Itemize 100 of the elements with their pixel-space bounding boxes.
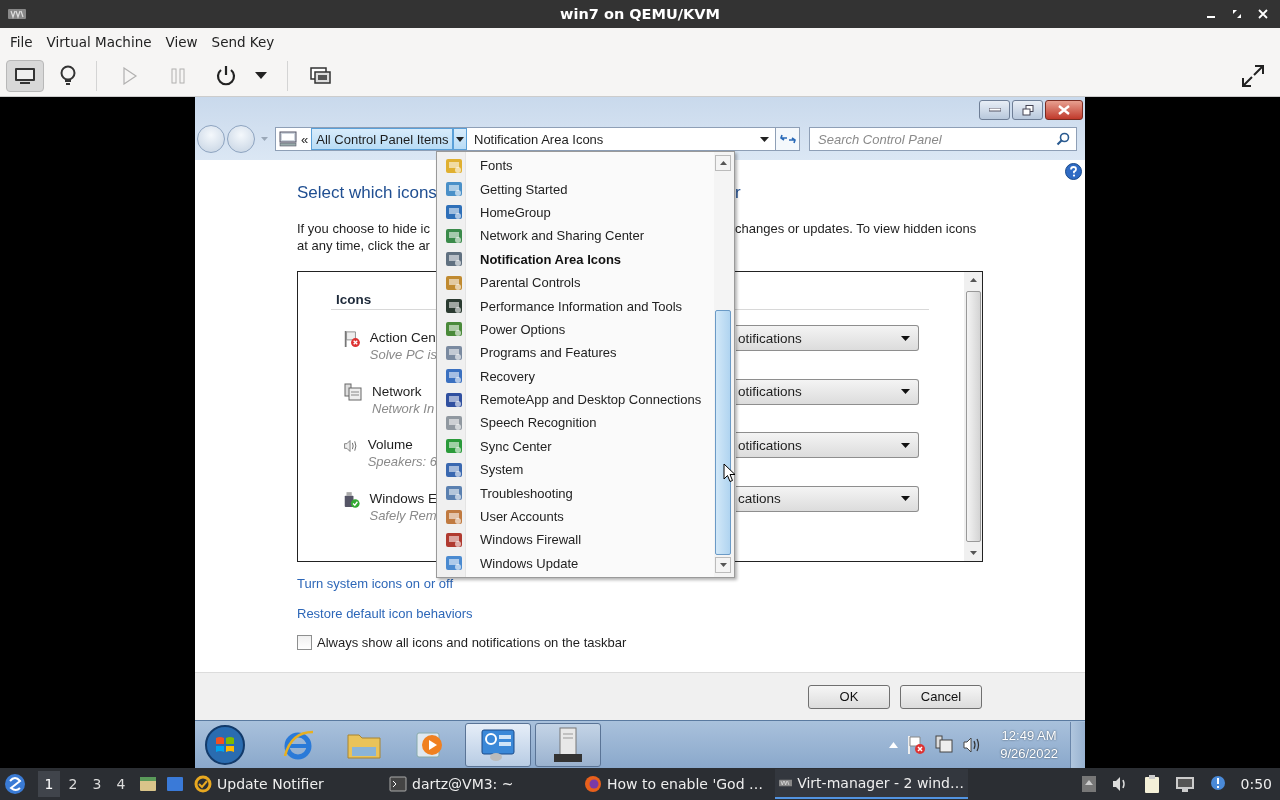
icon-description: Speakers: 6 bbox=[367, 453, 437, 470]
update-icon bbox=[194, 775, 212, 793]
menu-item[interactable]: Virtual Machine bbox=[39, 34, 159, 50]
applet-icon bbox=[445, 250, 463, 269]
workspace-button[interactable]: 4 bbox=[110, 771, 132, 797]
start-menu-icon[interactable] bbox=[4, 773, 26, 795]
applet-icon bbox=[445, 390, 463, 409]
menu-item[interactable]: Performance Information and Tools bbox=[445, 294, 714, 318]
menu-item[interactable]: RemoteApp and Desktop Connections bbox=[445, 387, 714, 412]
menu-item[interactable]: Windows Firewall bbox=[445, 528, 714, 552]
icon-description: Solve PC is bbox=[369, 346, 437, 363]
menu-item[interactable]: File bbox=[3, 34, 40, 50]
applet-icon bbox=[445, 203, 463, 222]
help-icon[interactable] bbox=[1065, 163, 1082, 180]
workspace-button[interactable]: 2 bbox=[62, 771, 84, 797]
close-button[interactable] bbox=[1045, 100, 1083, 120]
scroll-up-icon[interactable] bbox=[969, 278, 977, 282]
notification-icon[interactable] bbox=[1208, 775, 1227, 793]
clock[interactable]: 0:50 bbox=[1240, 776, 1272, 792]
menu-item[interactable]: Troubleshooting bbox=[445, 481, 714, 505]
scroll-down-icon[interactable] bbox=[719, 563, 727, 567]
applet-icon bbox=[445, 530, 463, 549]
column-header: Icons bbox=[336, 292, 372, 307]
workspace-button[interactable]: 3 bbox=[86, 771, 108, 797]
behavior-dropdown[interactable]: cations bbox=[736, 485, 919, 512]
start-orb-icon bbox=[204, 723, 246, 766]
file-manager-icon[interactable] bbox=[138, 774, 158, 794]
taskbar-button[interactable]: Update Notifier bbox=[190, 769, 383, 799]
maximize-icon[interactable] bbox=[1232, 9, 1242, 19]
desktop-icon[interactable] bbox=[165, 774, 185, 794]
toolbar-button[interactable] bbox=[6, 60, 44, 92]
behavior-dropdown[interactable]: otifications bbox=[736, 432, 919, 458]
minimize-button[interactable] bbox=[979, 100, 1010, 120]
search-field[interactable]: Search Control Panel bbox=[809, 127, 1077, 151]
behavior-dropdown[interactable]: otifications bbox=[736, 325, 919, 351]
menu-item[interactable]: Sync Center bbox=[445, 434, 714, 459]
icon-name: Windows E bbox=[369, 489, 437, 507]
menu-item[interactable]: Getting Started bbox=[445, 177, 714, 201]
behavior-dropdown[interactable]: otifications bbox=[736, 378, 919, 405]
menu-item[interactable]: HomeGroup bbox=[445, 200, 714, 225]
search-icon bbox=[1056, 132, 1070, 146]
dialog-button[interactable]: OK bbox=[808, 684, 890, 709]
menu-item[interactable]: Programs and Features bbox=[445, 341, 714, 365]
power-icon bbox=[215, 65, 237, 87]
icon-description: Safely Rem bbox=[369, 506, 437, 524]
menu-item[interactable]: Notification Area Icons bbox=[445, 247, 714, 271]
taskbar-button[interactable]: Virt-manager - 2 wind… bbox=[775, 769, 968, 799]
taskbar-button[interactable]: How to enable 'God … bbox=[580, 769, 773, 799]
applet-icon bbox=[445, 367, 463, 386]
scrollbar[interactable] bbox=[964, 272, 982, 561]
applet-icon bbox=[445, 297, 463, 316]
menu-item[interactable]: Windows Update bbox=[445, 551, 714, 576]
page-heading: r bbox=[735, 183, 741, 203]
usb-drive-icon bbox=[343, 489, 361, 510]
menu-item[interactable]: Network and Sharing Center bbox=[445, 224, 714, 248]
flag-icon[interactable] bbox=[906, 734, 927, 755]
applet-icon bbox=[445, 320, 463, 339]
menu-item[interactable]: Fonts bbox=[445, 154, 714, 178]
icon-description: Network In bbox=[372, 399, 435, 417]
lightbulb-icon bbox=[59, 65, 77, 87]
menu-item[interactable]: Speech Recognition bbox=[445, 411, 714, 435]
refresh-button[interactable] bbox=[776, 127, 800, 151]
minimize-icon bbox=[988, 108, 1001, 112]
menu-item[interactable]: Send Key bbox=[204, 34, 282, 50]
control-panel-icon bbox=[480, 727, 516, 762]
applet-icon bbox=[445, 226, 463, 245]
restore-button[interactable] bbox=[1012, 100, 1043, 120]
clipboard-icon[interactable] bbox=[1142, 774, 1161, 794]
workspace-button[interactable]: 1 bbox=[38, 771, 60, 797]
close-icon bbox=[1058, 105, 1070, 115]
menu-item[interactable]: System bbox=[445, 458, 714, 482]
applet-icon bbox=[445, 437, 463, 456]
menu-item[interactable]: Recovery bbox=[445, 364, 714, 388]
taskbar-button[interactable] bbox=[535, 722, 601, 767]
menu-item[interactable]: User Accounts bbox=[445, 504, 714, 529]
link[interactable]: Turn system icons on or off bbox=[297, 576, 454, 591]
checkbox[interactable] bbox=[297, 635, 312, 650]
menu-item[interactable]: View bbox=[158, 34, 205, 50]
icon-name: Volume bbox=[367, 436, 414, 453]
applet-icon bbox=[445, 460, 463, 479]
close-icon[interactable] bbox=[1258, 9, 1268, 19]
app-logo-icon bbox=[779, 777, 793, 789]
flag-icon bbox=[343, 329, 361, 349]
scroll-down-icon[interactable] bbox=[969, 551, 977, 555]
menu-item[interactable]: Parental Controls bbox=[445, 270, 714, 295]
eject-icon[interactable] bbox=[1080, 775, 1097, 793]
taskbar-button[interactable] bbox=[465, 722, 531, 767]
app-logo-icon bbox=[8, 8, 26, 20]
intro-text: changes or updates. To view hidden icons bbox=[735, 220, 977, 237]
taskbar-button[interactable]: dartz@VM3: ~ bbox=[385, 769, 578, 799]
menu-item[interactable]: Power Options bbox=[445, 317, 714, 342]
dialog-button[interactable]: Cancel bbox=[900, 684, 982, 709]
caret-icon bbox=[901, 442, 910, 448]
icon-name: Action Cen bbox=[369, 329, 437, 346]
link[interactable]: Restore default icon behaviors bbox=[297, 606, 473, 621]
applet-icon bbox=[445, 180, 463, 199]
fullscreen-icon bbox=[1241, 64, 1265, 88]
intro-text: If you choose to hide ic bbox=[297, 220, 430, 237]
media-player-icon bbox=[415, 729, 445, 760]
applet-icon bbox=[445, 343, 463, 362]
